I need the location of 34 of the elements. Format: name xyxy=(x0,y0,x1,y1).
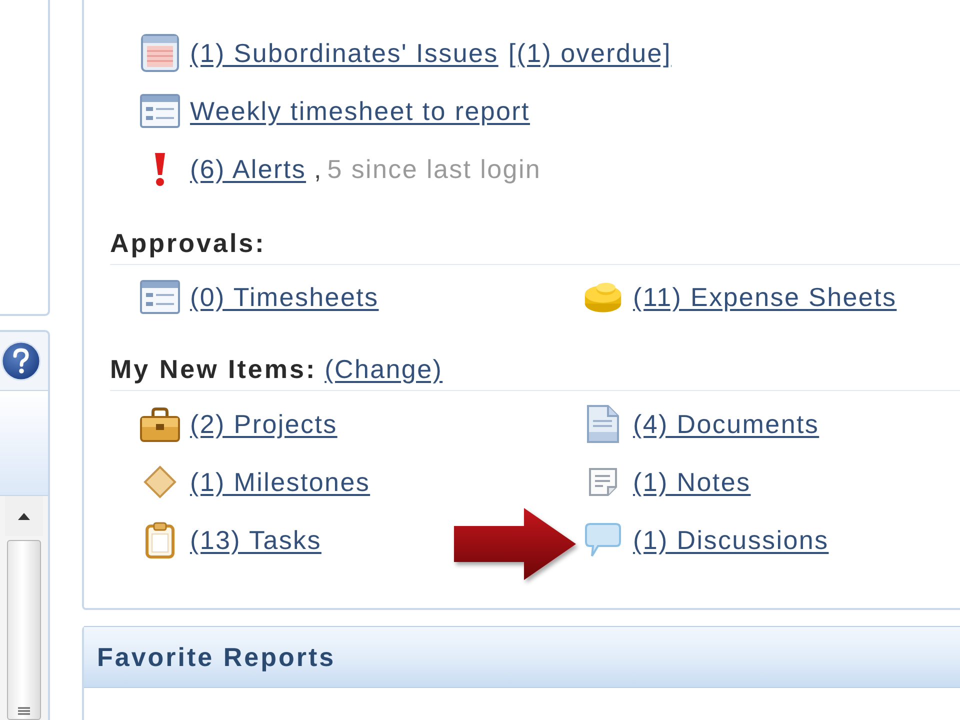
section-heading: My New Items: xyxy=(110,354,317,384)
item-link[interactable]: (6) Alerts xyxy=(190,154,306,184)
diamond-icon xyxy=(143,465,177,499)
separator-text: , xyxy=(314,154,322,184)
scroll-up-button[interactable] xyxy=(5,496,43,536)
help-icon[interactable] xyxy=(1,341,41,381)
approval-link[interactable]: (11) Expense Sheets xyxy=(633,282,897,312)
caret-up-icon xyxy=(18,512,30,520)
clipboard-icon xyxy=(145,521,175,559)
item-link[interactable]: Weekly timesheet to report xyxy=(190,96,530,126)
document-icon xyxy=(586,404,620,444)
new-item-link[interactable]: (1) Discussions xyxy=(633,524,829,556)
note-icon xyxy=(588,467,618,497)
overdue-link[interactable]: [(1) overdue] xyxy=(508,38,672,68)
new-item-link[interactable]: (1) Milestones xyxy=(190,466,370,498)
item-link[interactable]: (1) Subordinates' Issues xyxy=(190,38,498,68)
change-link[interactable]: (Change) xyxy=(324,354,443,384)
new-item-link[interactable]: (1) Notes xyxy=(633,466,751,498)
new-item-link[interactable]: (2) Projects xyxy=(190,408,338,440)
since-login-text: 5 since last login xyxy=(327,154,542,184)
panel-title: Favorite Reports xyxy=(97,642,336,672)
speech-bubble-icon xyxy=(584,522,622,558)
form-window-icon xyxy=(140,280,180,314)
exclamation-icon xyxy=(153,151,167,187)
approval-link[interactable]: (0) Timesheets xyxy=(190,282,379,312)
new-item-link[interactable]: (4) Documents xyxy=(633,408,820,440)
section-heading: Approvals: xyxy=(110,228,266,258)
calendar-icon xyxy=(140,33,180,73)
form-window-icon xyxy=(140,94,180,128)
scrollbar-thumb[interactable] xyxy=(7,540,41,720)
new-item-link[interactable]: (13) Tasks xyxy=(190,524,322,556)
coin-stack-icon xyxy=(583,280,623,314)
grip-icon xyxy=(18,707,30,715)
briefcase-icon xyxy=(140,406,180,442)
